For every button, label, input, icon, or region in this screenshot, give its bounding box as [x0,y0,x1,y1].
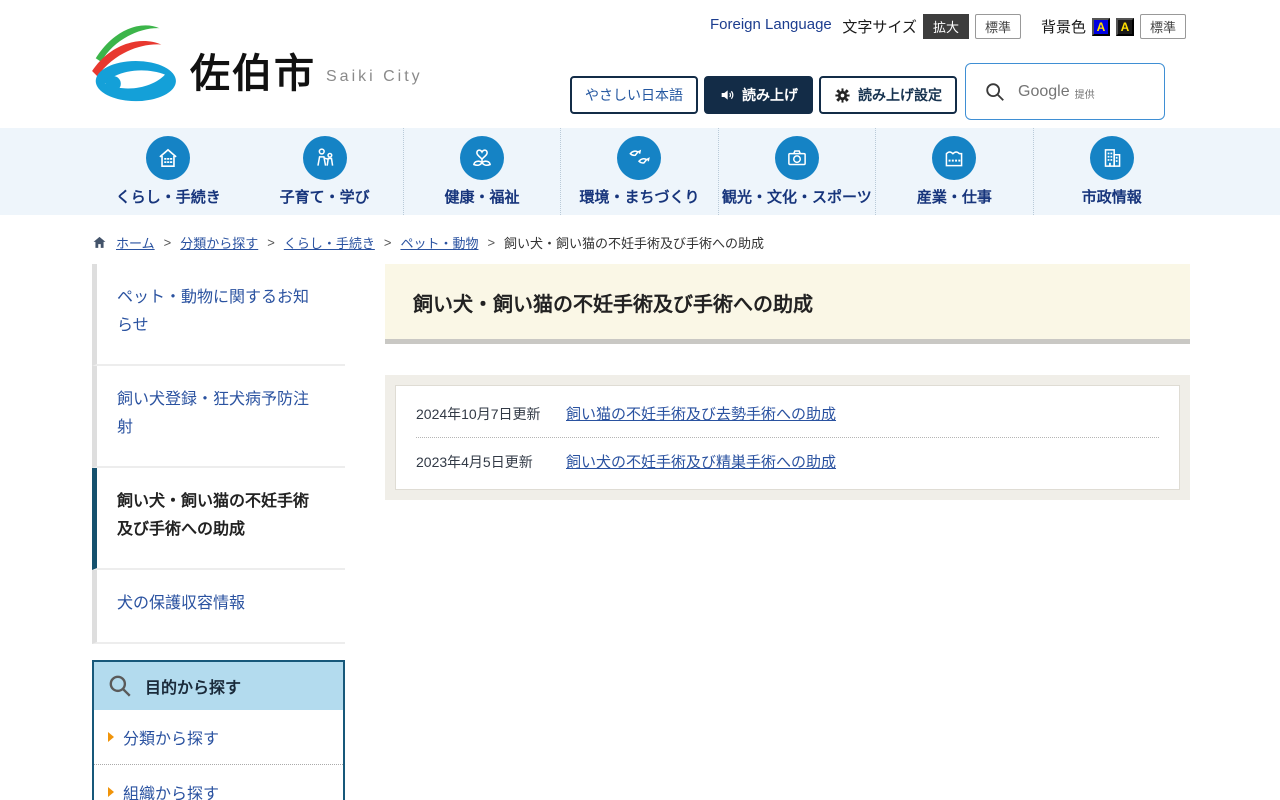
sidebar: ペット・動物に関するお知らせ 飼い犬登録・狂犬病予防注射 飼い犬・飼い猫の不妊手… [92,264,345,800]
city-buildings-icon [1089,136,1134,180]
site-header: Foreign Language 文字サイズ 拡大 標準 背景色 A A 標準 … [0,0,1280,128]
update-link-cat-subsidy[interactable]: 飼い猫の不妊手術及び去勢手術への助成 [566,403,836,424]
sidebar-item-pet-news[interactable]: ペット・動物に関するお知らせ [92,264,345,366]
global-navigation: くらし・手続き 子育て・学び 健康・福祉 環境・まちづくり 観光・文化・スポーツ… [0,128,1280,215]
bg-color-blue-button[interactable]: A [1091,17,1110,36]
city-logo[interactable]: 佐伯市 Saiki City [88,20,423,102]
heart-leaf-icon [460,136,505,180]
search-by-purpose-header: 目的から探す [94,662,343,710]
main-content: 飼い犬・飼い猫の不妊手術及び手術への助成 2024年10月7日更新 飼い猫の不妊… [385,264,1190,500]
nav-item-kurashi[interactable]: くらし・手続き [90,128,246,215]
breadcrumb-current: 飼い犬・飼い猫の不妊手術及び手術への助成 [504,236,765,251]
easy-japanese-button[interactable]: やさしい日本語 [570,76,698,114]
sidebar-item-neuter-subsidy[interactable]: 飼い犬・飼い猫の不妊手術及び手術への助成 [92,468,345,570]
parent-child-icon [302,136,347,180]
nav-item-label: くらし・手続き [115,189,221,206]
update-link-dog-subsidy[interactable]: 飼い犬の不妊手術及び精巣手術への助成 [566,451,836,472]
background-color-label: 背景色 [1040,19,1086,36]
nav-item-label: 産業・仕事 [916,189,992,206]
nav-item-kenko[interactable]: 健康・福祉 [402,128,560,215]
nav-item-kanko[interactable]: 観光・文化・スポーツ [717,128,875,215]
font-size-standard-button[interactable]: 標準 [974,14,1021,39]
magnifier-icon [107,673,133,699]
update-row: 2023年4月5日更新 飼い犬の不妊手術及び精巣手術への助成 [416,437,1159,485]
breadcrumb-link-pet[interactable]: ペット・動物 [400,233,478,252]
home-icon [92,235,107,250]
breadcrumb: ホーム > 分類から探す > くらし・手続き > ペット・動物 > 飼い犬・飼い… [0,215,1280,252]
nav-item-label: 観光・文化・スポーツ [722,189,872,206]
sidebar-item-dog-shelter[interactable]: 犬の保護収容情報 [92,570,345,644]
gear-icon [834,87,851,104]
breadcrumb-link-category[interactable]: 分類から探す [180,233,258,252]
accessibility-toolbar: 文字サイズ 拡大 標準 背景色 A A 標準 [842,14,1186,39]
breadcrumb-home-link[interactable]: ホーム [116,233,155,252]
update-date: 2024年10月7日更新 [416,405,541,422]
arrow-right-icon [108,732,114,742]
nav-item-label: 市政情報 [1081,189,1142,206]
font-size-label: 文字サイズ [842,19,917,36]
update-date: 2023年4月5日更新 [416,453,533,470]
search-icon [984,81,1006,103]
factory-icon [932,136,977,180]
page-title: 飼い犬・飼い猫の不妊手術及び手術への助成 [413,294,813,316]
search-by-purpose-box: 目的から探す 分類から探す 組織から探す [92,660,345,800]
sidebar-item-search-by-category[interactable]: 分類から探す [94,710,343,764]
fish-icon [617,136,662,180]
read-aloud-button[interactable]: 読み上げ [704,76,813,114]
foreign-language-link[interactable]: Foreign Language [710,16,832,33]
speaker-icon [719,87,735,103]
city-name: 佐伯市 [190,52,316,96]
read-aloud-settings-button[interactable]: 読み上げ設定 [819,76,957,114]
font-size-expand-button[interactable]: 拡大 [922,14,969,39]
search-watermark: Google [1018,82,1070,100]
sidebar-item-dog-registration[interactable]: 飼い犬登録・狂犬病予防注射 [92,366,345,468]
saiki-logo-mark-icon [88,20,180,102]
reading-tools: やさしい日本語 読み上げ 読み上げ設定 [570,76,957,114]
nav-item-sangyo[interactable]: 産業・仕事 [875,128,1032,215]
search-provider-label: 提供 [1074,90,1095,101]
nav-item-label: 子育て・学び [279,189,370,206]
arrow-right-icon [108,787,114,797]
nav-item-shisei[interactable]: 市政情報 [1032,128,1190,215]
update-list-frame: 2024年10月7日更新 飼い猫の不妊手術及び去勢手術への助成 2023年4月5… [385,375,1190,500]
nav-item-label: 環境・まちづくり [579,189,700,206]
camera-icon [774,136,819,180]
nav-item-label: 健康・福祉 [444,189,520,206]
house-icon [146,136,191,180]
site-search-input[interactable]: Google 提供 [965,63,1165,120]
page-title-block: 飼い犬・飼い猫の不妊手術及び手術への助成 [385,264,1190,344]
nav-item-kosodate[interactable]: 子育て・学び [246,128,402,215]
breadcrumb-link-kurashi[interactable]: くらし・手続き [284,233,375,252]
update-row: 2024年10月7日更新 飼い猫の不妊手術及び去勢手術への助成 [416,390,1159,437]
nav-item-kankyo[interactable]: 環境・まちづくり [560,128,717,215]
sidebar-item-search-by-organization[interactable]: 組織から探す [94,764,343,800]
city-name-en: Saiki City [326,68,423,85]
bg-color-black-button[interactable]: A [1115,17,1134,36]
bg-color-standard-button[interactable]: 標準 [1139,14,1186,39]
